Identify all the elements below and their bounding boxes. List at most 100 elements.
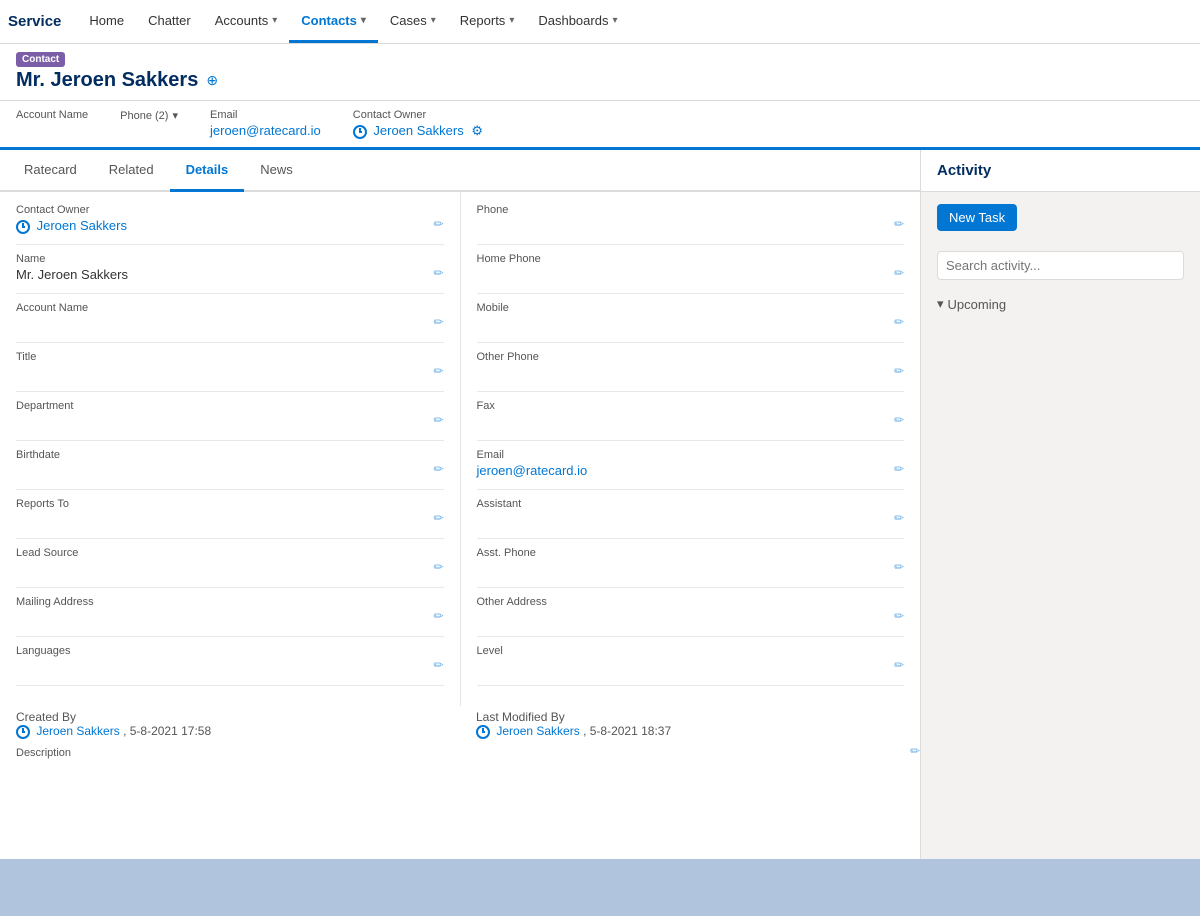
title-edit-btn[interactable]: ✏ (433, 364, 443, 378)
content-area: Ratecard Related Details News Contact Ow… (0, 150, 1200, 859)
owner-settings-icon[interactable]: ⚙ (471, 123, 483, 138)
field-lead-source-value (16, 561, 444, 579)
field-name-value: Mr. Jeroen Sakkers (16, 267, 444, 285)
upcoming-section[interactable]: ▾ Upcoming (921, 288, 1200, 320)
email-edit-btn[interactable]: ✏ (894, 462, 904, 476)
tab-news[interactable]: News (244, 150, 309, 192)
field-birthdate: Birthdate ✏ (16, 449, 444, 490)
app-name[interactable]: Service (8, 13, 61, 30)
details-columns: Contact Owner Jeroen Sakkers ✏ Name Mr. … (0, 192, 920, 706)
record-header: Contact Mr. Jeroen Sakkers ⊕ (0, 44, 1200, 101)
field-phone-label: Phone (477, 204, 905, 216)
other-phone-edit-btn[interactable]: ✏ (894, 364, 904, 378)
field-mobile-value (477, 316, 905, 334)
nav-cases[interactable]: Cases ▾ (378, 0, 448, 43)
dashboards-chevron-icon: ▾ (612, 15, 617, 26)
field-birthdate-value (16, 463, 444, 481)
highlight-account-label: Account Name (16, 109, 88, 121)
follow-icon[interactable]: ⊕ (206, 72, 218, 89)
field-reports-to-value (16, 512, 444, 530)
created-by-label: Created By (16, 710, 76, 724)
field-mobile: Mobile ✏ (477, 302, 905, 343)
field-account-name-label: Account Name (16, 302, 444, 314)
highlights-bar: Account Name Phone (2) ▾ Email jeroen@ra… (0, 101, 1200, 150)
activity-search-input[interactable] (937, 251, 1184, 280)
level-edit-btn[interactable]: ✏ (894, 658, 904, 672)
field-phone: Phone ✏ (477, 204, 905, 245)
field-description-value (16, 761, 904, 791)
field-assistant: Assistant ✏ (477, 498, 905, 539)
mobile-edit-btn[interactable]: ✏ (894, 315, 904, 329)
main-card: Ratecard Related Details News Contact Ow… (0, 150, 920, 859)
tab-ratecard[interactable]: Ratecard (8, 150, 93, 192)
field-reports-to-label: Reports To (16, 498, 444, 510)
nav-accounts[interactable]: Accounts ▾ (203, 0, 290, 43)
nav-dashboards[interactable]: Dashboards ▾ (526, 0, 629, 43)
field-fax: Fax ✏ (477, 400, 905, 441)
new-task-button[interactable]: New Task (937, 204, 1017, 231)
details-right-column: Phone ✏ Home Phone ✏ Mobile ✏ (460, 192, 921, 706)
phone-dropdown[interactable]: Phone (2) ▾ (120, 109, 178, 122)
nav-chatter[interactable]: Chatter (136, 0, 203, 43)
field-name: Name Mr. Jeroen Sakkers ✏ (16, 253, 444, 294)
field-birthdate-label: Birthdate (16, 449, 444, 461)
name-edit-btn[interactable]: ✏ (433, 266, 443, 280)
contact-owner-edit-btn[interactable]: ✏ (433, 217, 443, 231)
home-phone-edit-btn[interactable]: ✏ (894, 266, 904, 280)
assistant-edit-btn[interactable]: ✏ (894, 511, 904, 525)
field-other-address: Other Address ✏ (477, 596, 905, 637)
birthdate-edit-btn[interactable]: ✏ (433, 462, 443, 476)
field-account-name-value (16, 316, 444, 334)
field-level-label: Level (477, 645, 905, 657)
modified-clock-icon (476, 725, 490, 739)
field-email-label: Email (477, 449, 905, 461)
field-contact-owner-value: Jeroen Sakkers (16, 218, 444, 236)
department-edit-btn[interactable]: ✏ (433, 413, 443, 427)
description-edit-btn[interactable]: ✏ (910, 744, 920, 758)
tabs-bar: Ratecard Related Details News (0, 150, 920, 192)
phone-edit-btn[interactable]: ✏ (894, 217, 904, 231)
created-by-link[interactable]: Jeroen Sakkers (36, 724, 119, 738)
asst-phone-edit-btn[interactable]: ✏ (894, 560, 904, 574)
lead-source-edit-btn[interactable]: ✏ (433, 560, 443, 574)
bottom-filler (0, 859, 1200, 916)
field-home-phone-value (477, 267, 905, 285)
field-languages-value (16, 659, 444, 677)
nav-home[interactable]: Home (77, 0, 136, 43)
tab-details[interactable]: Details (170, 150, 245, 192)
field-department-value (16, 414, 444, 432)
reports-to-edit-btn[interactable]: ✏ (433, 511, 443, 525)
field-description: Description ✏ (0, 743, 920, 803)
field-department-label: Department (16, 400, 444, 412)
field-lead-source-label: Lead Source (16, 547, 444, 559)
email-link[interactable]: jeroen@ratecard.io (210, 123, 321, 138)
activity-header: Activity (921, 150, 1200, 192)
field-description-label: Description (16, 747, 904, 759)
last-modified-link[interactable]: Jeroen Sakkers (496, 724, 579, 738)
field-contact-owner: Contact Owner Jeroen Sakkers ✏ (16, 204, 444, 245)
highlight-email-value[interactable]: jeroen@ratecard.io (210, 123, 321, 138)
other-address-edit-btn[interactable]: ✏ (894, 609, 904, 623)
record-type-badge: Contact (16, 52, 65, 67)
nav-reports[interactable]: Reports ▾ (448, 0, 527, 43)
field-account-name: Account Name ✏ (16, 302, 444, 343)
highlight-phone: Phone (2) ▾ (120, 109, 178, 139)
field-title-label: Title (16, 351, 444, 363)
owner-link[interactable]: Jeroen Sakkers (373, 123, 463, 138)
upcoming-label: Upcoming (948, 297, 1007, 312)
field-asst-phone: Asst. Phone ✏ (477, 547, 905, 588)
cases-chevron-icon: ▾ (431, 15, 436, 26)
mailing-address-edit-btn[interactable]: ✏ (433, 609, 443, 623)
nav-contacts[interactable]: Contacts ▾ (289, 0, 378, 43)
field-languages: Languages ✏ (16, 645, 444, 686)
fax-edit-btn[interactable]: ✏ (894, 413, 904, 427)
upcoming-chevron-icon: ▾ (937, 296, 944, 312)
account-name-edit-btn[interactable]: ✏ (433, 315, 443, 329)
field-fax-label: Fax (477, 400, 905, 412)
highlight-owner-label: Contact Owner (353, 109, 483, 121)
field-owner-link[interactable]: Jeroen Sakkers (37, 218, 127, 233)
created-by-col: Created By Jeroen Sakkers , 5-8-2021 17:… (0, 706, 460, 743)
email-field-link[interactable]: jeroen@ratecard.io (477, 463, 588, 478)
languages-edit-btn[interactable]: ✏ (433, 658, 443, 672)
tab-related[interactable]: Related (93, 150, 170, 192)
